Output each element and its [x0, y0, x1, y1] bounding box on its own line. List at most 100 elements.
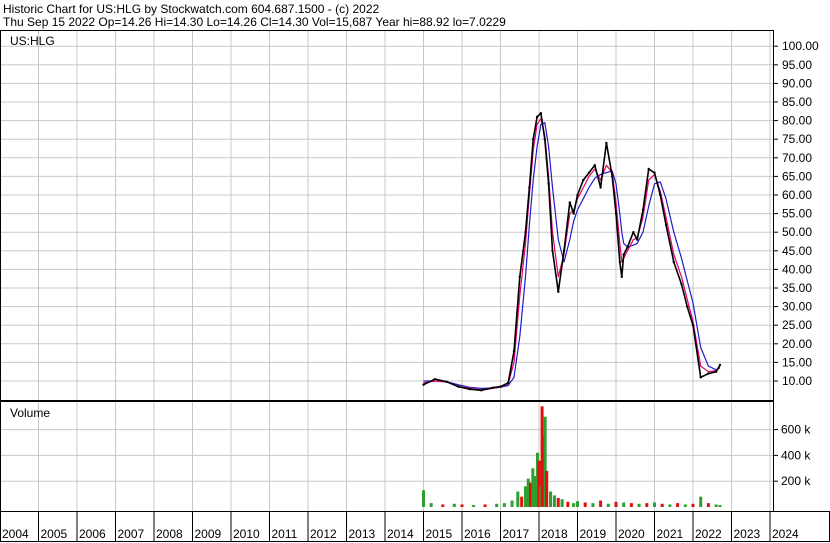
year-label: 2022: [695, 527, 722, 541]
volume-bar: [676, 503, 680, 507]
price-axis-ticks: 100.00 95.00 90.00 85.00 80.00 75.00 70.00 65.0…: [773, 39, 819, 388]
stock-chart: 100.00 95.00 90.00 85.00 80.00 75.00 70.00 65.0…: [0, 30, 830, 542]
year-label: 2007: [118, 527, 145, 541]
price-point: [635, 238, 639, 241]
price-point: [641, 208, 645, 212]
volume-bar: [556, 497, 560, 507]
year-label: 2008: [156, 527, 183, 541]
volume-bar: [576, 501, 579, 507]
price-point: [539, 111, 543, 115]
price-tick-label: 25.00: [782, 318, 812, 332]
price-tick-label: 100.00: [782, 39, 819, 53]
year-axis-ticks: 2004 2005 2006 2007 2008 2009 2010 2011 2012 2013…: [2, 512, 799, 541]
volume-bar: [460, 504, 464, 507]
volume-bar: [429, 503, 433, 507]
volume-bar: [653, 502, 656, 507]
price-point: [614, 212, 618, 215]
year-label: 2009: [195, 527, 222, 541]
year-label: 2024: [772, 527, 799, 541]
price-point: [543, 138, 546, 141]
year-label: 2017: [503, 527, 530, 541]
price-tick-label: 30.00: [782, 300, 812, 314]
price-tick-label: 80.00: [782, 114, 812, 128]
price-tick-label: 55.00: [782, 207, 812, 221]
price-point: [699, 376, 702, 379]
price-point: [686, 305, 689, 308]
price-point: [622, 253, 625, 256]
volume-bar: [552, 495, 556, 507]
volume-bar: [452, 503, 456, 507]
price-point: [680, 283, 683, 286]
volume-bar: [714, 504, 718, 507]
price-point: [632, 231, 635, 234]
long-ma-line: [423, 121, 721, 389]
volume-tick-label: 400 k: [781, 448, 811, 462]
price-point: [605, 141, 608, 145]
price-point: [422, 383, 425, 386]
price-point: [620, 275, 623, 279]
price-point: [653, 171, 656, 174]
price-tick-label: 75.00: [782, 132, 812, 146]
volume-bar: [614, 501, 618, 507]
volume-bar: [583, 502, 587, 507]
price-point: [647, 167, 650, 171]
price-tick-label: 20.00: [782, 337, 812, 351]
price-tick-label: 85.00: [782, 95, 812, 109]
volume-bar: [495, 503, 499, 507]
short-ma-line: [423, 118, 721, 391]
price-point: [572, 212, 575, 215]
volume-bar: [516, 491, 520, 507]
volume-panel-title: Volume: [10, 406, 50, 420]
price-tick-label: 50.00: [782, 225, 812, 239]
volume-bar: [566, 501, 570, 507]
volume-bar: [606, 503, 610, 507]
volume-bar: [660, 503, 664, 507]
year-label: 2014: [387, 527, 414, 541]
volume-bar: [549, 491, 553, 507]
volume-bar: [622, 502, 626, 507]
price-point: [593, 164, 597, 167]
volume-bar: [572, 503, 576, 507]
volume-bar: [472, 505, 476, 507]
price-point: [518, 275, 521, 279]
price-line: [423, 112, 721, 392]
year-label: 2011: [272, 527, 298, 541]
year-label: 2019: [580, 527, 607, 541]
volume-bar: [545, 470, 549, 507]
year-label: 2006: [79, 527, 106, 541]
volume-bar: [422, 490, 425, 507]
year-label: 2015: [426, 527, 453, 541]
price-point: [568, 201, 571, 204]
volume-bar: [699, 496, 703, 507]
price-point: [714, 370, 718, 373]
price-point: [587, 171, 591, 174]
price-point: [610, 175, 614, 178]
volume-bar: [524, 486, 528, 507]
price-point: [618, 260, 622, 264]
price-tick-label: 40.00: [782, 262, 812, 276]
price-point: [626, 245, 629, 249]
price-panel-title: US:HLG: [10, 34, 55, 48]
price-point: [691, 324, 695, 327]
volume-bar: [718, 504, 722, 507]
price-point: [480, 389, 483, 392]
price-point: [576, 193, 579, 197]
year-label: 2005: [41, 527, 68, 541]
price-point: [718, 363, 722, 367]
price-point: [672, 260, 675, 264]
price-point: [562, 249, 566, 252]
price-point: [535, 115, 539, 119]
volume-panel-frame: [0, 401, 774, 512]
year-label: 2020: [618, 527, 645, 541]
price-point: [707, 372, 710, 375]
volume-bar: [629, 503, 633, 507]
volume-tick-label: 200 k: [781, 474, 811, 488]
price-tick-label: 70.00: [782, 151, 812, 165]
volume-bar: [483, 504, 487, 507]
price-tick-label: 60.00: [782, 188, 812, 202]
price-panel-frame: [0, 30, 774, 401]
year-label: 2012: [310, 527, 337, 541]
volume-bar: [591, 503, 595, 507]
year-label: 2023: [734, 527, 761, 541]
volume-bars: [422, 406, 722, 507]
